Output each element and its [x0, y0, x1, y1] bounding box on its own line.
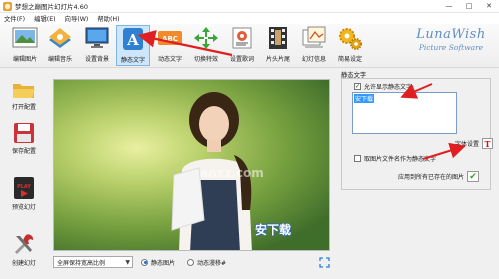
font-settings-label: 字体设置 — [455, 141, 480, 148]
toolbar-label: 简易设定 — [337, 56, 362, 63]
radio-static-image[interactable]: 静态图片 — [141, 258, 175, 267]
toolbar-label: 编辑音乐 — [47, 56, 72, 63]
sidebar-label: 创建幻灯 — [11, 260, 36, 267]
app-icon — [3, 1, 12, 11]
use-filename-checkbox[interactable]: 取图片文件名作为静态文字 — [354, 154, 436, 163]
toolbar-label: 片头片尾 — [265, 56, 290, 63]
toolbar-label: 动态文字 — [157, 56, 182, 63]
radio-dynamic-pan[interactable]: 动态漫移# — [187, 258, 226, 267]
radio-dot — [187, 258, 195, 266]
site-watermark: anxz.com — [200, 166, 264, 180]
toolbar-edit-photo-button[interactable]: 编辑图片 — [8, 25, 42, 66]
toolbar-transition-button[interactable]: 切换特效 — [189, 25, 223, 66]
slideshow-info-icon — [301, 25, 327, 51]
sidebar-label: 预览幻灯 — [11, 204, 36, 211]
photo-edit-icon — [12, 25, 38, 51]
sidebar-save-config-button[interactable]: 保存配置 — [4, 122, 44, 155]
svg-text:PLAY: PLAY — [17, 184, 31, 190]
static-text-value: 安下载 — [354, 94, 375, 103]
static-text-overlay: 安下载 — [254, 223, 291, 237]
toolbar-static-text-button[interactable]: A 静态文字 — [116, 25, 150, 66]
transition-arrows-icon — [193, 25, 219, 51]
radio-dot-selected — [141, 258, 148, 266]
toolbar-intro-outro-button[interactable]: 片头片尾 — [261, 25, 295, 66]
open-folder-icon — [13, 84, 35, 98]
film-strip-icon — [265, 25, 291, 51]
checkbox-unchecked — [354, 155, 361, 162]
create-tools-icon — [15, 234, 34, 254]
gears-icon — [337, 25, 363, 51]
svg-text:ABC: ABC — [162, 35, 178, 43]
radio-dynamic-label: 动态漫移# — [197, 259, 227, 267]
allow-static-text-label: 允许显示静态文字: — [364, 84, 415, 91]
scale-mode-select[interactable]: 全屏保持宽高比例 ▼ — [53, 256, 133, 268]
slide-preview: anxz.com 安下载 — [53, 79, 330, 251]
svg-text:A: A — [126, 31, 139, 49]
toolbar-label: 幻灯信息 — [301, 56, 326, 63]
save-disk-icon — [14, 123, 34, 143]
minimize-button[interactable]: — — [439, 0, 459, 13]
allow-static-text-checkbox[interactable]: ✓ 允许显示静态文字: — [354, 82, 414, 91]
lyrics-icon — [229, 25, 255, 51]
radio-static-label: 静态图片 — [151, 259, 176, 267]
toolbar-lyrics-button[interactable]: 设置歌词 — [225, 25, 259, 66]
music-edit-icon — [47, 25, 73, 51]
toolbar-edit-music-button[interactable]: 编辑音乐 — [43, 25, 77, 66]
menu-help[interactable]: 帮助(H) — [97, 14, 119, 23]
checkbox-checked: ✓ — [354, 83, 361, 90]
apply-all-button[interactable]: 应用到所有已存在的图片 ✔ — [398, 171, 480, 182]
sidebar-preview-button[interactable]: PLAY 预览幻灯 — [4, 176, 44, 211]
sidebar-open-config-button[interactable]: 打开配置 — [4, 80, 44, 111]
logo-name: LunaWish — [416, 27, 486, 42]
preview-play-icon: PLAY — [14, 177, 34, 199]
abc-dynamic-text-icon: ABC — [157, 25, 183, 51]
toolbar-label: 切换特效 — [193, 56, 218, 63]
expand-icon — [318, 256, 330, 268]
sidebar-label: 保存配置 — [11, 148, 36, 155]
toolbar-label: 编辑图片 — [12, 56, 37, 63]
fullscreen-expand-button[interactable] — [318, 256, 330, 268]
toolbar-background-button[interactable]: 设置背景 — [80, 25, 114, 66]
toolbar-dynamic-text-button[interactable]: ABC 动态文字 — [153, 25, 187, 66]
toolbar-label: 设置背景 — [84, 56, 109, 63]
sidebar-create-button[interactable]: 创建幻灯 — [4, 232, 44, 267]
apply-all-label: 应用到所有已存在的图片 — [398, 174, 465, 181]
close-button[interactable]: ✕ — [479, 0, 499, 13]
monitor-background-icon — [84, 25, 110, 51]
menu-file[interactable]: 文件(F) — [4, 14, 25, 23]
static-text-icon: A — [120, 26, 146, 52]
static-text-panel: 静态文字 ✓ 允许显示静态文字: 安下载 字体设置 T 取图片文件名作为静态文字… — [338, 68, 495, 190]
checkmark-icon: ✔ — [467, 171, 480, 182]
lunawish-logo: LunaWish Picture Software — [410, 27, 492, 61]
toolbar-label: 静态文字 — [120, 57, 145, 64]
window-title: 梦想之巅图片幻灯片4.60 — [15, 3, 88, 11]
static-text-input[interactable]: 安下载 — [352, 92, 457, 134]
sidebar-label: 打开配置 — [11, 104, 36, 111]
use-filename-label: 取图片文件名作为静态文字 — [364, 156, 437, 163]
scale-mode-value: 全屏保持宽高比例 — [57, 259, 106, 267]
maximize-button[interactable]: □ — [459, 0, 479, 13]
menu-edit[interactable]: 编辑(E) — [34, 14, 56, 23]
logo-tagline: Picture Software — [418, 43, 484, 52]
left-sidebar: 打开配置 保存配置 PLAY 预览幻灯 创建幻灯 — [0, 68, 48, 279]
chevron-down-icon: ▼ — [125, 259, 130, 266]
toolbar-slideshow-info-button[interactable]: 幻灯信息 — [297, 25, 331, 66]
menu-wizard[interactable]: 向导(W) — [65, 14, 89, 23]
toolbar-quick-settings-button[interactable]: 简易设定 — [333, 25, 367, 66]
font-settings-button[interactable]: 字体设置 T — [455, 138, 494, 149]
font-t-icon: T — [482, 138, 494, 149]
preview-controls: 全屏保持宽高比例 ▼ 静态图片 动态漫移# — [53, 255, 330, 269]
title-bar: 梦想之巅图片幻灯片4.60 — □ ✕ — [0, 0, 499, 13]
menu-bar: 文件(F) 编辑(E) 向导(W) 帮助(H) — [0, 13, 499, 24]
toolbar-label: 设置歌词 — [229, 56, 254, 63]
